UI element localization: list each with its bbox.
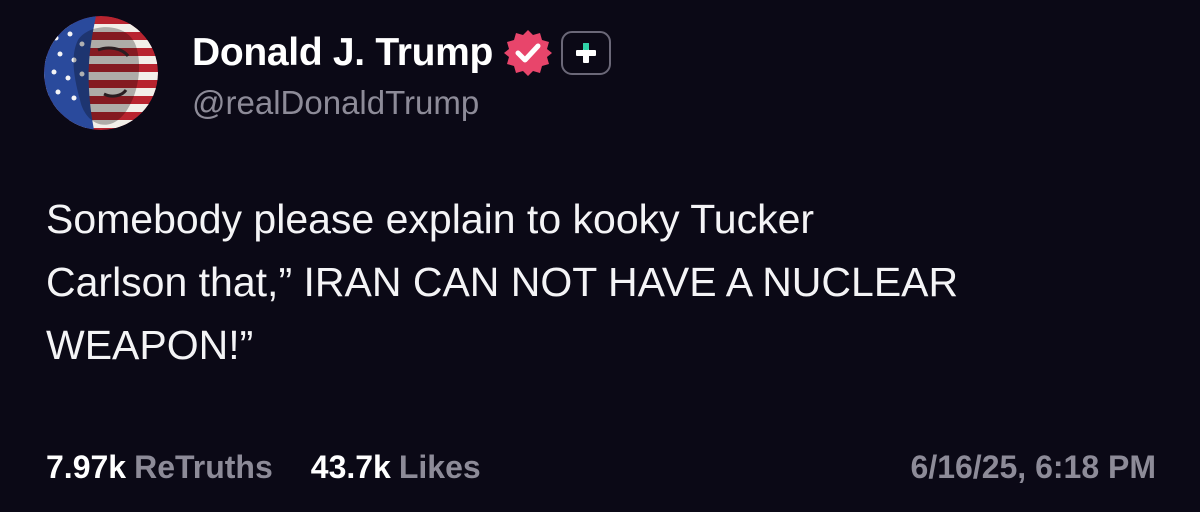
verified-badge-icon xyxy=(503,28,553,78)
likes-count: 43.7k xyxy=(310,448,391,485)
post-stats-bar: 7.97k ReTruths 43.7k Likes 6/16/25, 6:18… xyxy=(46,444,1156,490)
post-text: Somebody please explain to kooky Tucker … xyxy=(46,196,959,368)
likes-label: Likes xyxy=(398,448,481,485)
post-timestamp[interactable]: 6/16/25, 6:18 PM xyxy=(911,449,1156,486)
retruths-count: 7.97k xyxy=(46,448,127,485)
truth-post-card: Donald J. Trump @realDonaldTrump Somebod… xyxy=(0,0,1200,512)
plus-badge-button[interactable] xyxy=(561,31,612,75)
author-handle[interactable]: @realDonaldTrump xyxy=(192,84,611,122)
author-avatar[interactable] xyxy=(44,16,158,130)
retruths-stat[interactable]: 7.97k ReTruths xyxy=(46,449,273,486)
post-header: Donald J. Trump @realDonaldTrump xyxy=(44,16,612,132)
flag-face-avatar-icon xyxy=(44,16,158,130)
author-identity: Donald J. Trump @realDonaldTrump xyxy=(192,28,612,122)
likes-stat[interactable]: 43.7k Likes xyxy=(311,449,481,486)
author-name-row: Donald J. Trump xyxy=(192,28,612,78)
retruths-label: ReTruths xyxy=(134,448,273,485)
plus-icon xyxy=(576,43,597,63)
author-display-name[interactable]: Donald J. Trump xyxy=(192,31,493,75)
